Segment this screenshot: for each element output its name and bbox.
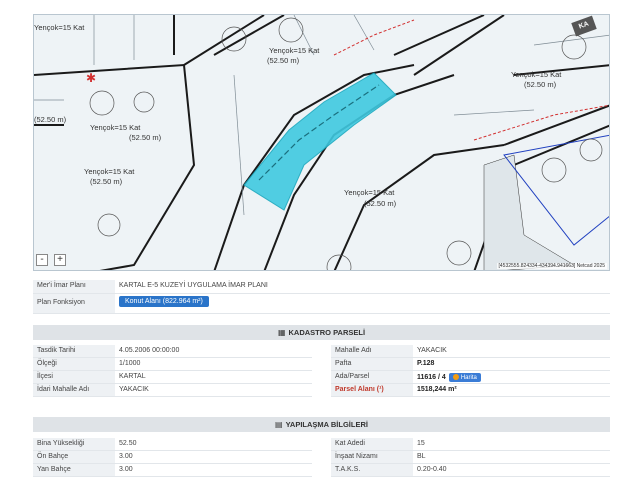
yapilasma-header: ▤ YAPILAŞMA BİLGİLERİ — [33, 417, 610, 432]
map-pin-icon — [452, 374, 459, 380]
table-row: Parsel Alanı (¹) 1518,244 m² — [331, 384, 610, 397]
konut-alani-button[interactable]: Konut Alanı (822.964 m²) — [119, 296, 209, 307]
table-row: Kat Adedi 15 — [331, 438, 610, 451]
svg-text:✱: ✱ — [86, 71, 96, 85]
field-value: YAKACIK — [417, 347, 447, 354]
field-value: 4.05.2006 00:00:00 — [119, 347, 180, 354]
map-label: (52.50 m) — [34, 115, 67, 124]
map-label: (52.50 m) — [90, 177, 123, 186]
field-value: 1/1000 — [119, 360, 141, 367]
map-coordinates: [4532555.824334-434394.941663] Netcad 20… — [496, 263, 607, 269]
table-row: Ön Bahçe 3.00 — [33, 451, 312, 464]
map-label: (52.50 m) — [364, 199, 397, 208]
map-label: Yençok=15 Kat — [84, 167, 135, 176]
table-row: İdari Mahalle Adı YAKACIK — [33, 384, 312, 397]
kadastro-left: Tasdik Tarihi 4.05.2006 00:00:00 Ölçeği 1/… — [33, 345, 312, 397]
field-label: Pafta — [331, 358, 413, 370]
kadastro-title: KADASTRO PARSELİ — [288, 328, 366, 337]
table-row: Ölçeği 1/1000 — [33, 358, 312, 371]
field-label: İnşaat Nizamı — [331, 451, 413, 463]
yapilasma-title: YAPILAŞMA BİLGİLERİ — [285, 420, 368, 429]
ada-parsel-value: 11616 / 4 — [417, 374, 446, 381]
zoom-controls: - + — [36, 254, 66, 266]
field-label: Parsel Alanı (¹) — [331, 384, 413, 396]
table-row: Tasdik Tarihi 4.05.2006 00:00:00 — [33, 345, 312, 358]
field-value: P.128 — [417, 360, 435, 367]
field-value: 15 — [417, 440, 425, 447]
kadastro-header: ▦ KADASTRO PARSELİ — [33, 325, 610, 340]
yapilasma-right: Kat Adedi 15 İnşaat Nizamı BL T.A.K.S. 0.20… — [331, 438, 610, 477]
grid-icon: ▦ — [277, 328, 286, 337]
field-value: YAKACIK — [119, 386, 149, 393]
harita-label: Harita — [460, 375, 477, 381]
map-label: Yençok=15 Kat — [90, 123, 141, 132]
map-label: (52.50 m) — [267, 56, 300, 65]
kadastro-right: Mahalle Adı YAKACIK Pafta P.128 Ada/Parsel… — [331, 345, 610, 397]
meri-plan-label: Mer'i İmar Planı — [33, 280, 115, 293]
kadastro-grid: Tasdik Tarihi 4.05.2006 00:00:00 Ölçeği 1/… — [33, 345, 610, 397]
field-label: Bina Yüksekliği — [33, 438, 115, 450]
field-label: Ön Bahçe — [33, 451, 115, 463]
zoning-map[interactable]: ✱ Yençok=15 Kat (52.50 m) Yençok=15 Kat … — [33, 14, 610, 271]
meri-plan-value: KARTAL E-5 KUZEYİ UYGULAMA İMAR PLANI — [119, 282, 268, 289]
table-row: Bina Yüksekliği 52.50 — [33, 438, 312, 451]
plan-fonksiyon-row: Plan Fonksiyon Konut Alanı (822.964 m²) — [33, 294, 610, 314]
field-label: Kat Adedi — [331, 438, 413, 450]
document-icon: ▤ — [275, 420, 283, 429]
field-value: BL — [417, 453, 426, 460]
field-label: Ada/Parsel — [331, 371, 413, 383]
plan-fonksiyon-label: Plan Fonksiyon — [33, 294, 115, 313]
map-label: (52.50 m) — [524, 80, 557, 89]
field-label: Mahalle Adı — [331, 345, 413, 357]
field-value: 0.20-0.40 — [417, 466, 447, 473]
field-label: T.A.K.S. — [331, 464, 413, 476]
table-row: İlçesi KARTAL — [33, 371, 312, 384]
field-label: İdari Mahalle Adı — [33, 384, 115, 396]
table-row: İnşaat Nizamı BL — [331, 451, 610, 464]
map-label: Yençok=15 Kat — [511, 70, 562, 79]
table-row: Yan Bahçe 3.00 — [33, 464, 312, 477]
yapilasma-grid: Bina Yüksekliği 52.50 Ön Bahçe 3.00 Yan Ba… — [33, 438, 610, 477]
plan-info: Mer'i İmar Planı KARTAL E-5 KUZEYİ UYGUL… — [33, 280, 610, 314]
meri-plan-row: Mer'i İmar Planı KARTAL E-5 KUZEYİ UYGUL… — [33, 280, 610, 294]
map-label: Yençok=15 Kat — [34, 23, 85, 32]
field-label: Tasdik Tarihi — [33, 345, 115, 357]
field-label: Yan Bahçe — [33, 464, 115, 476]
table-row: Pafta P.128 — [331, 358, 610, 371]
zoom-in-button[interactable]: + — [54, 254, 66, 266]
field-value: KARTAL — [119, 373, 146, 380]
map-label: (52.50 m) — [129, 133, 162, 142]
zoom-out-button[interactable]: - — [36, 254, 48, 266]
yapilasma-left: Bina Yüksekliği 52.50 Ön Bahçe 3.00 Yan Ba… — [33, 438, 312, 477]
table-row: Ada/Parsel 11616 / 4 Harita — [331, 371, 610, 384]
map-label: Yençok=15 Kat — [269, 46, 320, 55]
parsel-alani-value: 1518,244 m² — [417, 386, 457, 393]
field-value: 52.50 — [119, 440, 137, 447]
field-label: Ölçeği — [33, 358, 115, 370]
harita-button[interactable]: Harita — [448, 373, 481, 382]
field-label: İlçesi — [33, 371, 115, 383]
map-label: Yençok=15 Kat — [344, 188, 395, 197]
table-row: T.A.K.S. 0.20-0.40 — [331, 464, 610, 477]
table-row: Mahalle Adı YAKACIK — [331, 345, 610, 358]
field-value: 3.00 — [119, 453, 133, 460]
field-value: 3.00 — [119, 466, 133, 473]
map-canvas[interactable]: ✱ — [34, 15, 610, 271]
